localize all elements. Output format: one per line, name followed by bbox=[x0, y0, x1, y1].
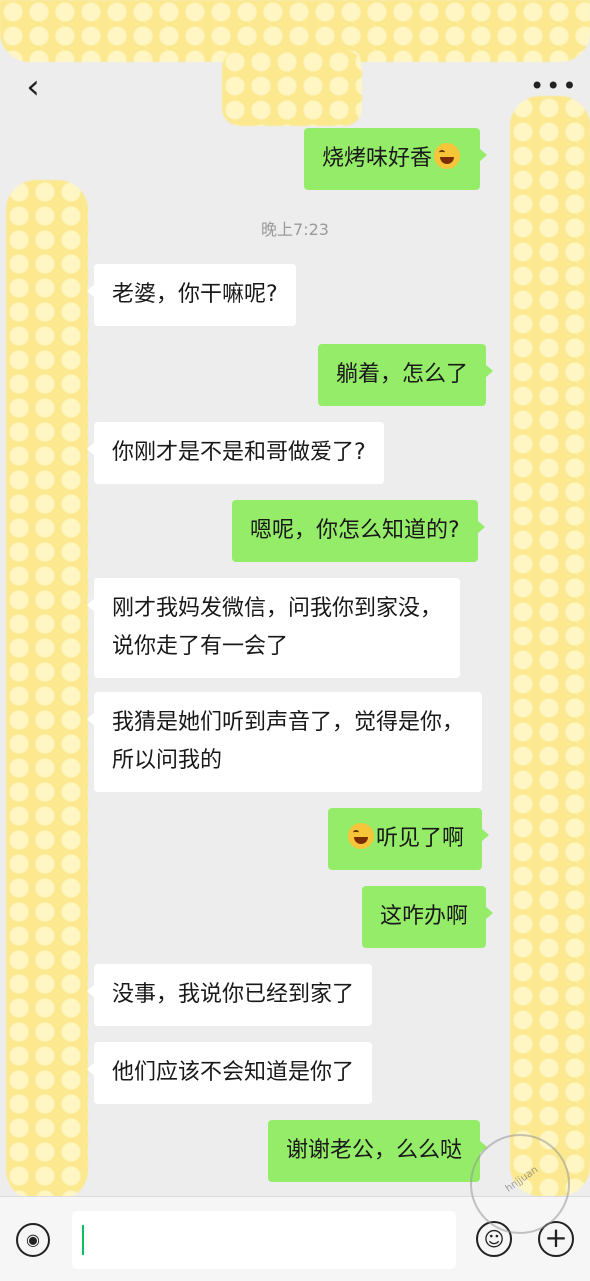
message-bubble-sent[interactable]: 烧烤味好香 bbox=[304, 128, 488, 190]
message-text: 没事，我说你已经到家了 bbox=[112, 982, 355, 1007]
voice-icon[interactable]: ◉ bbox=[16, 1223, 50, 1257]
message-text-line: 所以问我的 bbox=[112, 748, 223, 773]
message-bubble-received[interactable]: 你刚才是不是和哥做爱了? bbox=[87, 422, 384, 484]
message-bubble-received[interactable]: 老婆，你干嘛呢? bbox=[87, 264, 296, 326]
message-text-line: 刚才我妈发微信，问我你到家没， bbox=[112, 596, 443, 621]
message-text: 老婆，你干嘛呢? bbox=[112, 282, 278, 307]
laughing-emoji-icon bbox=[348, 823, 374, 849]
more-dots-icon[interactable]: ••• bbox=[530, 74, 576, 98]
laughing-emoji-icon bbox=[434, 143, 461, 169]
chevron-left-icon[interactable]: ‹ bbox=[16, 70, 50, 104]
watermark-text: hnjjuan bbox=[503, 1164, 541, 1195]
mosaic-right bbox=[510, 96, 590, 1196]
message-text: 听见了啊 bbox=[376, 826, 465, 851]
text-cursor bbox=[82, 1225, 84, 1255]
chat-header: ‹ ••• bbox=[0, 58, 590, 118]
message-bubble-sent[interactable]: 嗯呢，你怎么知道的? bbox=[232, 500, 485, 562]
message-bubble-received[interactable]: 他们应该不会知道是你了 bbox=[86, 1042, 373, 1104]
message-text: 躺着，怎么了 bbox=[336, 362, 469, 387]
message-timestamp: 晚上7:23 bbox=[261, 220, 329, 239]
message-bubble-sent[interactable]: 听见了啊 bbox=[328, 808, 490, 870]
message-text-line: 说你走了有一会了 bbox=[112, 634, 289, 659]
message-bubble-sent[interactable]: 躺着，怎么了 bbox=[318, 344, 494, 406]
message-text-line: 我猜是她们听到声音了，觉得是你， bbox=[112, 710, 465, 735]
message-input[interactable] bbox=[72, 1211, 456, 1269]
message-bubble-received[interactable]: 刚才我妈发微信，问我你到家没， 说你走了有一会了 bbox=[86, 578, 461, 678]
message-bubble-received[interactable]: 没事，我说你已经到家了 bbox=[86, 964, 373, 1026]
watermark-stamp: hnjjuan bbox=[470, 1134, 570, 1234]
message-text: 你刚才是不是和哥做爱了? bbox=[112, 440, 366, 465]
message-text: 谢谢老公，么么哒 bbox=[286, 1138, 463, 1163]
message-text: 嗯呢，你怎么知道的? bbox=[250, 518, 460, 543]
mosaic-left bbox=[6, 180, 88, 1200]
message-text: 这咋办啊 bbox=[380, 904, 469, 929]
message-text: 他们应该不会知道是你了 bbox=[112, 1060, 355, 1085]
message-text: 烧烤味好香 bbox=[322, 146, 433, 171]
message-bubble-sent[interactable]: 这咋办啊 bbox=[362, 886, 494, 948]
message-bubble-received[interactable]: 我猜是她们听到声音了，觉得是你， 所以问我的 bbox=[86, 692, 483, 792]
message-bubble-sent[interactable]: 谢谢老公，么么哒 bbox=[268, 1120, 488, 1182]
